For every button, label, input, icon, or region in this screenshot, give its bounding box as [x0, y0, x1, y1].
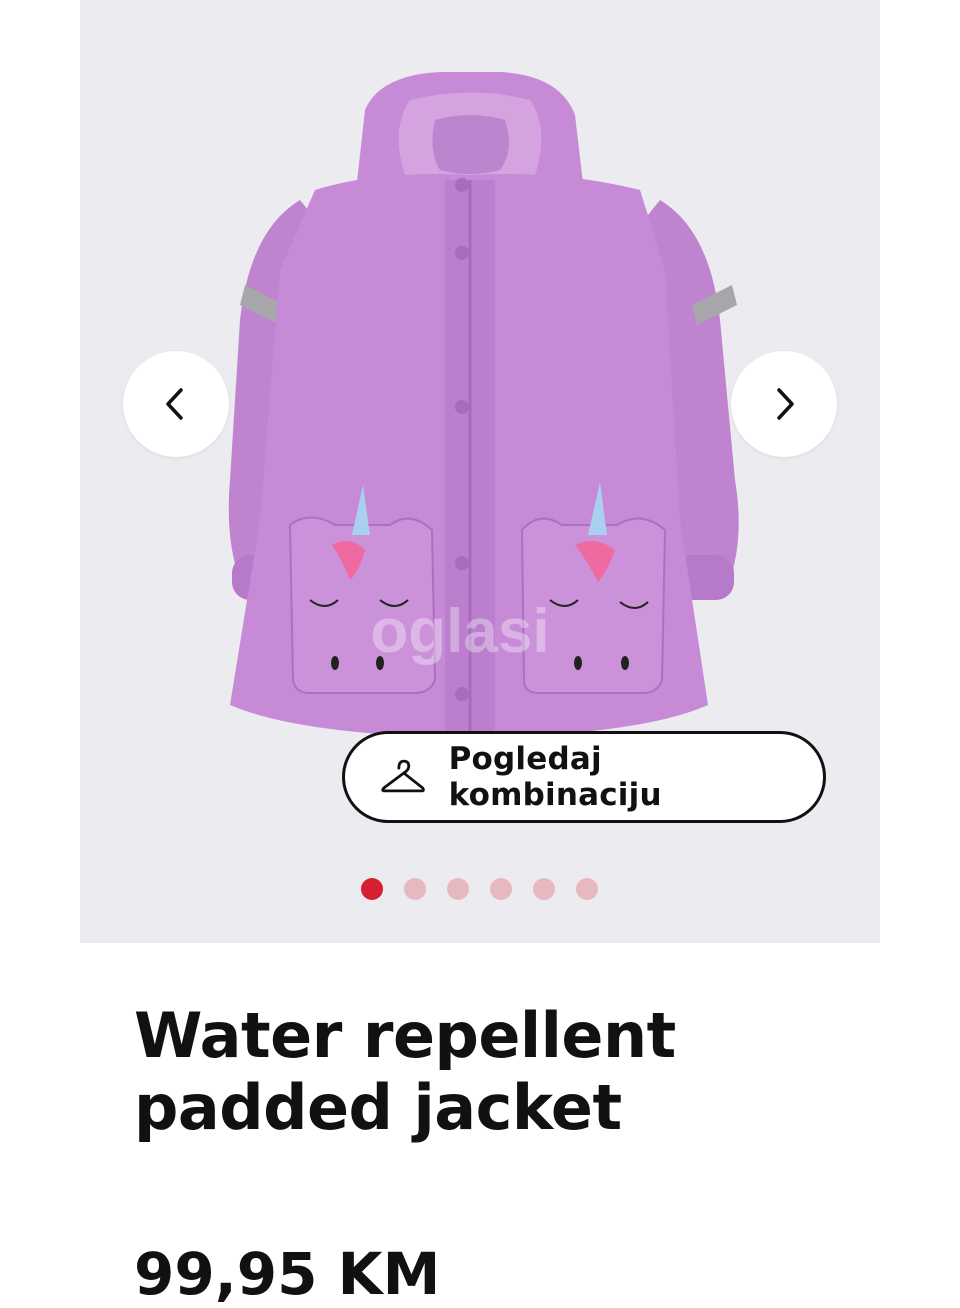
- next-image-button[interactable]: [731, 351, 837, 457]
- pagination-dot[interactable]: [447, 878, 469, 900]
- pagination-dot[interactable]: [404, 878, 426, 900]
- chevron-left-icon: [166, 388, 183, 420]
- pagination-dot[interactable]: [533, 878, 555, 900]
- chevron-right-icon: [777, 388, 794, 420]
- product-price: 99,95 KM: [134, 1240, 441, 1308]
- view-outfit-button[interactable]: Pogledaj kombinaciju: [342, 731, 826, 823]
- gallery-pagination: [361, 878, 598, 900]
- view-outfit-label: Pogledaj kombinaciju: [448, 741, 662, 813]
- watermark: oglasi: [370, 597, 549, 666]
- previous-image-button[interactable]: [123, 351, 229, 457]
- hanger-icon: [381, 759, 425, 793]
- pagination-dot[interactable]: [361, 878, 383, 900]
- product-title: Water repellent padded jacket: [134, 999, 676, 1144]
- pagination-dot[interactable]: [576, 878, 598, 900]
- pagination-dot[interactable]: [490, 878, 512, 900]
